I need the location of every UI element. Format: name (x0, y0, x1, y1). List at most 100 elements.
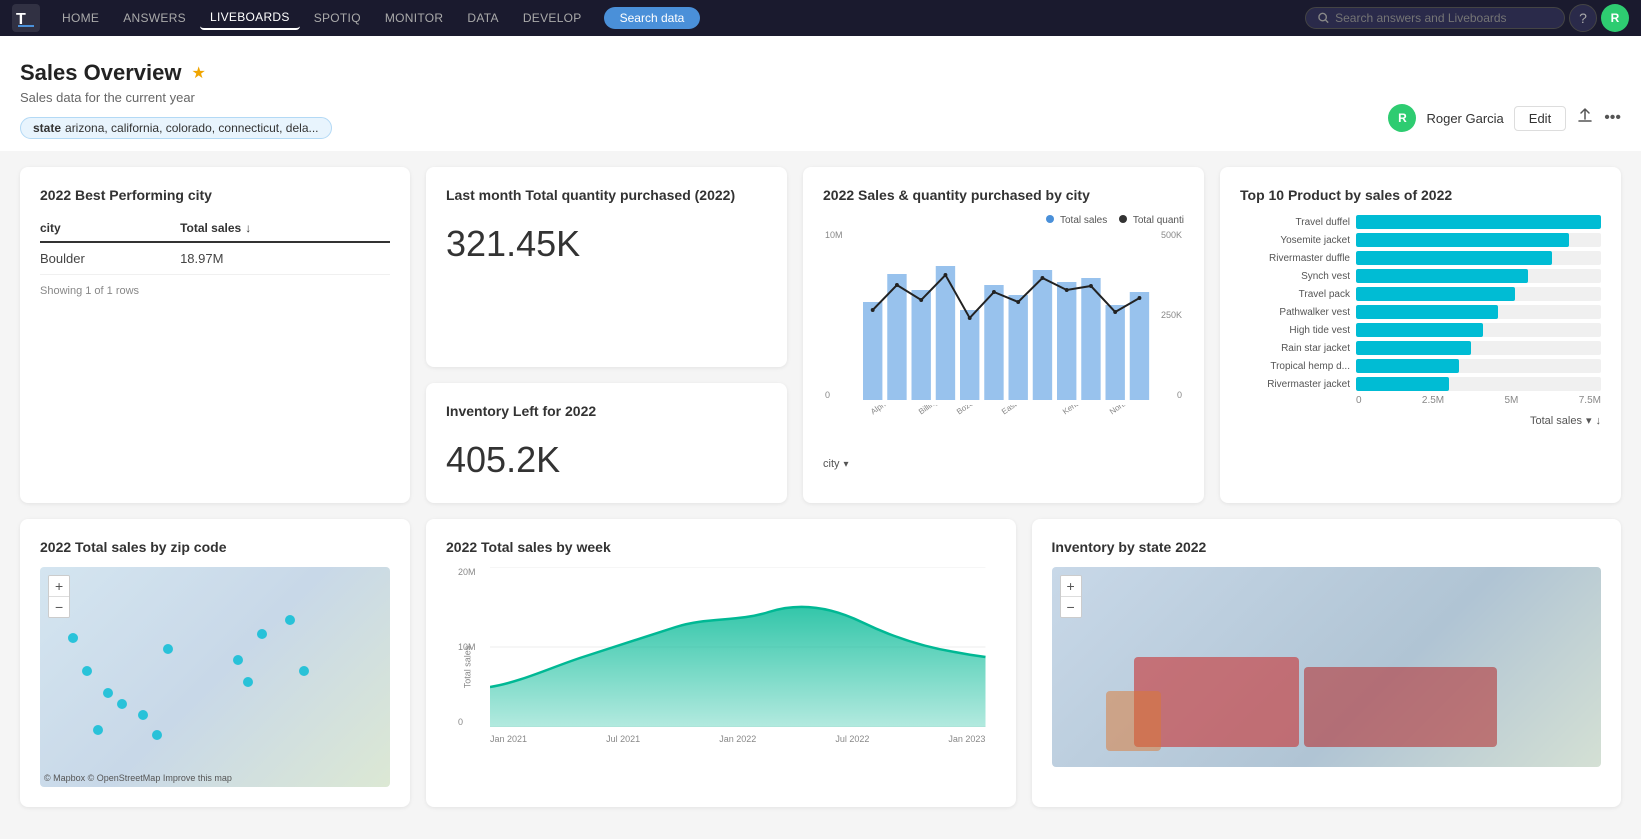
bar-label: Yosemite jacket (1240, 235, 1350, 246)
map-dot (243, 677, 253, 687)
bar-label: Travel pack (1240, 289, 1350, 300)
weekly-x-labels: Jan 2021 Jul 2021 Jan 2022 Jul 2022 Jan … (490, 734, 986, 744)
y-axis-right: 500K 250K 0 (1161, 230, 1182, 400)
filter-chip[interactable]: state arizona, california, colorado, con… (20, 117, 332, 139)
map-dot (138, 710, 148, 720)
edit-button[interactable]: Edit (1514, 106, 1566, 131)
city-cell: Boulder (40, 242, 180, 275)
help-button[interactable]: ? (1569, 4, 1597, 32)
col-total-sales[interactable]: Total sales ↓ (180, 215, 390, 242)
filter-key: state (33, 121, 61, 135)
bar-row: Rivermaster jacket (1240, 377, 1601, 391)
bar-row: Travel duffel (1240, 215, 1601, 229)
x-label: 5M (1504, 395, 1518, 406)
nav-answers[interactable]: ANSWERS (113, 7, 196, 29)
bar-row: Travel pack (1240, 287, 1601, 301)
inventory-left-card: Inventory Left for 2022 405.2K (426, 383, 787, 503)
nav-data[interactable]: DATA (457, 7, 508, 29)
inventory-state-map: + − (1052, 567, 1602, 767)
zip-map-title: 2022 Total sales by zip code (40, 539, 390, 555)
more-options-button[interactable]: ••• (1604, 109, 1621, 127)
page-header: Sales Overview ★ Sales data for the curr… (0, 36, 1641, 151)
bar-label: Rivermaster jacket (1240, 379, 1350, 390)
sort-label: Total sales (1530, 415, 1582, 427)
bar-label: Rain star jacket (1240, 343, 1350, 354)
y-axis-left: 10M 0 (825, 230, 843, 400)
nav-spotiq[interactable]: SPOTIQ (304, 7, 371, 29)
top10-title: Top 10 Product by sales of 2022 (1240, 187, 1601, 203)
combo-chart-svg (863, 230, 1154, 400)
sales-qty-city-card: 2022 Sales & quantity purchased by city … (803, 167, 1204, 503)
x-axis-labels: 02.5M5M7.5M (1356, 395, 1601, 406)
top10-products-card: Top 10 Product by sales of 2022 Travel d… (1220, 167, 1621, 503)
nav-develop[interactable]: DEVELOP (513, 7, 592, 29)
bar-track (1356, 287, 1601, 301)
nav-liveboards[interactable]: LIVEBOARDS (200, 6, 300, 30)
col-city: city (40, 215, 180, 242)
global-search-input[interactable] (1335, 11, 1552, 25)
search-data-button[interactable]: Search data (604, 7, 701, 29)
sort-icon[interactable]: ▾ (1586, 414, 1592, 427)
bar-row: High tide vest (1240, 323, 1601, 337)
inv-map-zoom-controls[interactable]: + − (1060, 575, 1082, 618)
combo-legend: Total sales Total quanti (823, 215, 1184, 226)
navbar: T HOME ANSWERS LIVEBOARDS SPOTIQ MONITOR… (0, 0, 1641, 36)
bar-fill (1356, 233, 1569, 247)
weekly-sales-chart (490, 567, 986, 727)
bar-track (1356, 233, 1601, 247)
table-row: Boulder 18.97M (40, 242, 390, 275)
map-dot (82, 666, 92, 676)
header-actions: R Roger Garcia Edit ••• (1388, 104, 1621, 132)
map-dot (257, 629, 267, 639)
dashboard: 2022 Best Performing city city Total sal… (0, 151, 1641, 839)
nav-home[interactable]: HOME (52, 7, 109, 29)
filter-value: arizona, california, colorado, connectic… (65, 121, 318, 135)
bar-track (1356, 251, 1601, 265)
share-button[interactable] (1576, 107, 1594, 130)
bar-track (1356, 359, 1601, 373)
zoom-out-button[interactable]: − (49, 597, 69, 617)
center-col-stack: Last month Total quantity purchased (202… (426, 167, 787, 503)
favorite-icon[interactable]: ★ (191, 63, 205, 83)
last-month-value: 321.45K (446, 223, 767, 265)
city-filter[interactable]: city ▾ (823, 458, 1184, 470)
state-region-dark-red (1304, 667, 1496, 747)
row-2: 2022 Total sales by zip code + − (20, 519, 1621, 807)
sales-qty-title: 2022 Sales & quantity purchased by city (823, 187, 1184, 203)
bar-row: Yosemite jacket (1240, 233, 1601, 247)
top10-bar-chart: Travel duffel Yosemite jacket Rivermaster … (1240, 215, 1601, 391)
best-city-table: city Total sales ↓ Boulder 18.97M (40, 215, 390, 275)
global-search-bar[interactable] (1305, 7, 1565, 29)
zoom-in-button[interactable]: + (49, 576, 69, 597)
bar-fill (1356, 359, 1459, 373)
bar-label: Pathwalker vest (1240, 307, 1350, 318)
bar-track (1356, 323, 1601, 337)
map-zoom-controls[interactable]: + − (48, 575, 70, 618)
x-label: 2.5M (1422, 395, 1444, 406)
app-logo[interactable]: T (12, 4, 40, 32)
chart-sort-footer[interactable]: Total sales ▾ ↓ (1240, 414, 1601, 427)
inventory-state-card: Inventory by state 2022 + − (1032, 519, 1622, 807)
sales-cell: 18.97M (180, 242, 390, 275)
sort-dir-icon[interactable]: ↓ (1596, 415, 1602, 427)
bar-row: Rivermaster duffle (1240, 251, 1601, 265)
weekly-sales-title: 2022 Total sales by week (446, 539, 996, 555)
bar-label: Synch vest (1240, 271, 1350, 282)
bar-row: Synch vest (1240, 269, 1601, 283)
page-subtitle: Sales data for the current year (20, 90, 1621, 105)
zip-map-card: 2022 Total sales by zip code + − (20, 519, 410, 807)
zip-map: + − © Mapbox © OpenStreetMap Improve thi… (40, 567, 390, 787)
nav-monitor[interactable]: MONITOR (375, 7, 454, 29)
inventory-left-title: Inventory Left for 2022 (446, 403, 767, 419)
search-icon (1318, 12, 1329, 24)
best-city-card: 2022 Best Performing city city Total sal… (20, 167, 410, 503)
bar-track (1356, 215, 1601, 229)
inv-zoom-out-button[interactable]: − (1061, 597, 1081, 617)
filter-dropdown-icon[interactable]: ▾ (844, 459, 849, 470)
bar-label: Rivermaster duffle (1240, 253, 1350, 264)
map-dot (117, 699, 127, 709)
user-avatar-nav[interactable]: R (1601, 4, 1629, 32)
inv-zoom-in-button[interactable]: + (1061, 576, 1081, 597)
bar-fill (1356, 341, 1471, 355)
bar-track (1356, 269, 1601, 283)
